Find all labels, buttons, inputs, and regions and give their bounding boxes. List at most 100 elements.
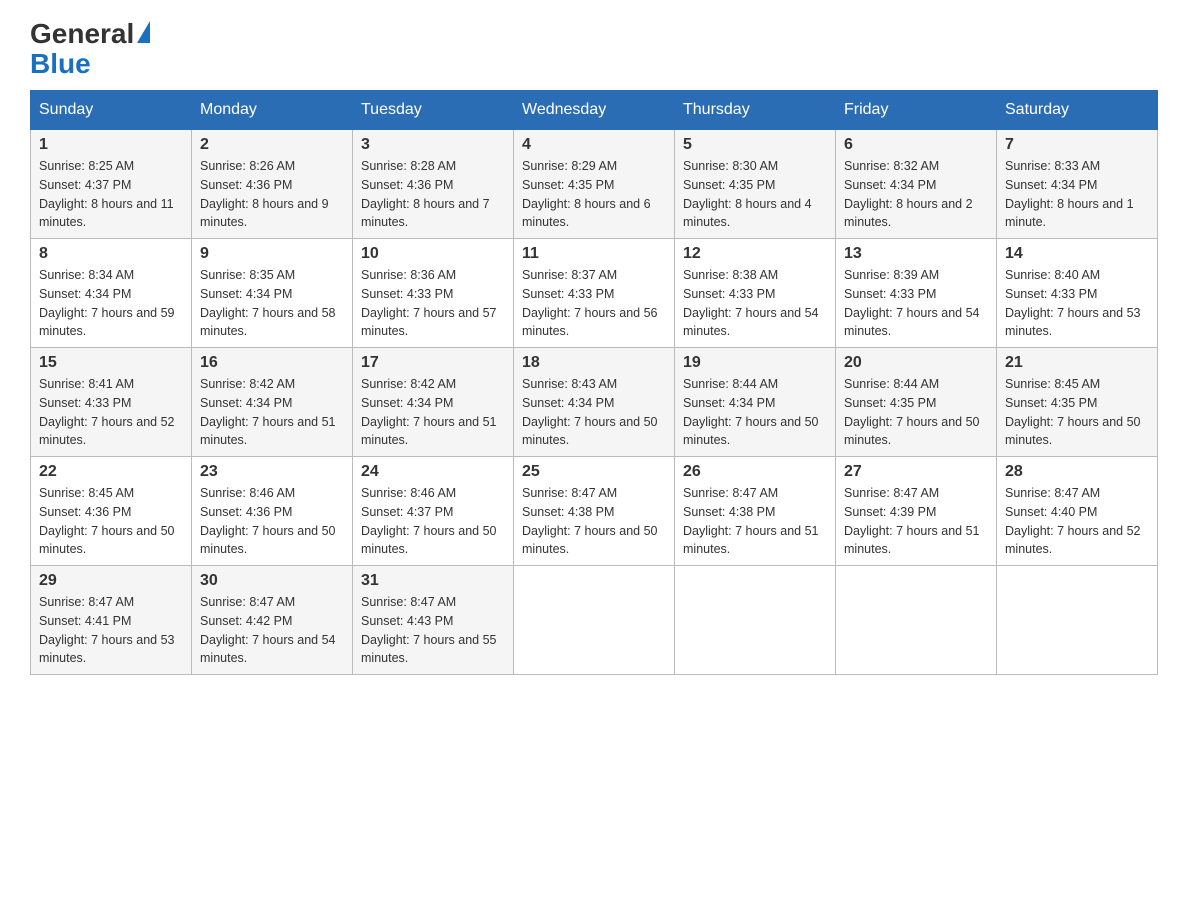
day-number: 3 — [361, 136, 505, 154]
day-number: 12 — [683, 245, 827, 263]
day-number: 4 — [522, 136, 666, 154]
day-number: 31 — [361, 572, 505, 590]
day-number: 21 — [1005, 354, 1149, 372]
weekday-header-wednesday: Wednesday — [514, 91, 675, 130]
day-info: Sunrise: 8:47 AMSunset: 4:41 PMDaylight:… — [39, 595, 175, 665]
calendar-week-row: 8 Sunrise: 8:34 AMSunset: 4:34 PMDayligh… — [31, 239, 1158, 348]
day-number: 7 — [1005, 136, 1149, 154]
day-number: 10 — [361, 245, 505, 263]
day-number: 18 — [522, 354, 666, 372]
day-number: 1 — [39, 136, 183, 154]
calendar-day-cell: 13 Sunrise: 8:39 AMSunset: 4:33 PMDaylig… — [836, 239, 997, 348]
day-info: Sunrise: 8:34 AMSunset: 4:34 PMDaylight:… — [39, 268, 175, 338]
day-number: 23 — [200, 463, 344, 481]
day-info: Sunrise: 8:35 AMSunset: 4:34 PMDaylight:… — [200, 268, 336, 338]
day-number: 19 — [683, 354, 827, 372]
day-info: Sunrise: 8:47 AMSunset: 4:40 PMDaylight:… — [1005, 486, 1141, 556]
weekday-header-saturday: Saturday — [997, 91, 1158, 130]
calendar-day-cell: 7 Sunrise: 8:33 AMSunset: 4:34 PMDayligh… — [997, 130, 1158, 239]
day-number: 20 — [844, 354, 988, 372]
calendar-day-cell: 15 Sunrise: 8:41 AMSunset: 4:33 PMDaylig… — [31, 348, 192, 457]
calendar-week-row: 1 Sunrise: 8:25 AMSunset: 4:37 PMDayligh… — [31, 130, 1158, 239]
logo-text-blue: Blue — [30, 48, 91, 80]
calendar-week-row: 29 Sunrise: 8:47 AMSunset: 4:41 PMDaylig… — [31, 566, 1158, 675]
calendar-day-cell: 4 Sunrise: 8:29 AMSunset: 4:35 PMDayligh… — [514, 130, 675, 239]
calendar-day-cell: 24 Sunrise: 8:46 AMSunset: 4:37 PMDaylig… — [353, 457, 514, 566]
day-info: Sunrise: 8:46 AMSunset: 4:36 PMDaylight:… — [200, 486, 336, 556]
day-number: 14 — [1005, 245, 1149, 263]
day-info: Sunrise: 8:44 AMSunset: 4:35 PMDaylight:… — [844, 377, 980, 447]
calendar-day-cell: 23 Sunrise: 8:46 AMSunset: 4:36 PMDaylig… — [192, 457, 353, 566]
day-number: 5 — [683, 136, 827, 154]
weekday-header-friday: Friday — [836, 91, 997, 130]
logo-text-general: General — [30, 20, 134, 48]
calendar-day-cell: 21 Sunrise: 8:45 AMSunset: 4:35 PMDaylig… — [997, 348, 1158, 457]
day-info: Sunrise: 8:47 AMSunset: 4:38 PMDaylight:… — [683, 486, 819, 556]
calendar-table: SundayMondayTuesdayWednesdayThursdayFrid… — [30, 90, 1158, 675]
weekday-header-thursday: Thursday — [675, 91, 836, 130]
day-info: Sunrise: 8:47 AMSunset: 4:43 PMDaylight:… — [361, 595, 497, 665]
day-number: 26 — [683, 463, 827, 481]
day-number: 27 — [844, 463, 988, 481]
calendar-day-cell: 19 Sunrise: 8:44 AMSunset: 4:34 PMDaylig… — [675, 348, 836, 457]
weekday-header-sunday: Sunday — [31, 91, 192, 130]
calendar-day-cell: 30 Sunrise: 8:47 AMSunset: 4:42 PMDaylig… — [192, 566, 353, 675]
calendar-day-cell: 29 Sunrise: 8:47 AMSunset: 4:41 PMDaylig… — [31, 566, 192, 675]
day-number: 8 — [39, 245, 183, 263]
calendar-day-cell: 8 Sunrise: 8:34 AMSunset: 4:34 PMDayligh… — [31, 239, 192, 348]
day-number: 13 — [844, 245, 988, 263]
day-number: 17 — [361, 354, 505, 372]
calendar-day-cell: 27 Sunrise: 8:47 AMSunset: 4:39 PMDaylig… — [836, 457, 997, 566]
calendar-day-cell — [836, 566, 997, 675]
day-info: Sunrise: 8:45 AMSunset: 4:36 PMDaylight:… — [39, 486, 175, 556]
day-info: Sunrise: 8:30 AMSunset: 4:35 PMDaylight:… — [683, 159, 812, 229]
weekday-header-row: SundayMondayTuesdayWednesdayThursdayFrid… — [31, 91, 1158, 130]
calendar-day-cell: 31 Sunrise: 8:47 AMSunset: 4:43 PMDaylig… — [353, 566, 514, 675]
day-number: 30 — [200, 572, 344, 590]
day-number: 6 — [844, 136, 988, 154]
calendar-day-cell: 28 Sunrise: 8:47 AMSunset: 4:40 PMDaylig… — [997, 457, 1158, 566]
day-number: 25 — [522, 463, 666, 481]
logo: General Blue — [30, 20, 150, 80]
day-info: Sunrise: 8:46 AMSunset: 4:37 PMDaylight:… — [361, 486, 497, 556]
weekday-header-monday: Monday — [192, 91, 353, 130]
day-info: Sunrise: 8:47 AMSunset: 4:38 PMDaylight:… — [522, 486, 658, 556]
day-info: Sunrise: 8:40 AMSunset: 4:33 PMDaylight:… — [1005, 268, 1141, 338]
calendar-day-cell: 25 Sunrise: 8:47 AMSunset: 4:38 PMDaylig… — [514, 457, 675, 566]
day-info: Sunrise: 8:29 AMSunset: 4:35 PMDaylight:… — [522, 159, 651, 229]
calendar-day-cell: 14 Sunrise: 8:40 AMSunset: 4:33 PMDaylig… — [997, 239, 1158, 348]
calendar-day-cell: 17 Sunrise: 8:42 AMSunset: 4:34 PMDaylig… — [353, 348, 514, 457]
day-number: 11 — [522, 245, 666, 263]
day-info: Sunrise: 8:37 AMSunset: 4:33 PMDaylight:… — [522, 268, 658, 338]
calendar-day-cell — [514, 566, 675, 675]
calendar-day-cell: 9 Sunrise: 8:35 AMSunset: 4:34 PMDayligh… — [192, 239, 353, 348]
day-info: Sunrise: 8:42 AMSunset: 4:34 PMDaylight:… — [361, 377, 497, 447]
calendar-day-cell: 2 Sunrise: 8:26 AMSunset: 4:36 PMDayligh… — [192, 130, 353, 239]
day-info: Sunrise: 8:42 AMSunset: 4:34 PMDaylight:… — [200, 377, 336, 447]
calendar-day-cell: 10 Sunrise: 8:36 AMSunset: 4:33 PMDaylig… — [353, 239, 514, 348]
calendar-day-cell: 22 Sunrise: 8:45 AMSunset: 4:36 PMDaylig… — [31, 457, 192, 566]
calendar-day-cell: 20 Sunrise: 8:44 AMSunset: 4:35 PMDaylig… — [836, 348, 997, 457]
day-info: Sunrise: 8:28 AMSunset: 4:36 PMDaylight:… — [361, 159, 490, 229]
day-info: Sunrise: 8:26 AMSunset: 4:36 PMDaylight:… — [200, 159, 329, 229]
calendar-day-cell: 11 Sunrise: 8:37 AMSunset: 4:33 PMDaylig… — [514, 239, 675, 348]
calendar-day-cell: 26 Sunrise: 8:47 AMSunset: 4:38 PMDaylig… — [675, 457, 836, 566]
day-info: Sunrise: 8:33 AMSunset: 4:34 PMDaylight:… — [1005, 159, 1134, 229]
day-number: 22 — [39, 463, 183, 481]
day-info: Sunrise: 8:36 AMSunset: 4:33 PMDaylight:… — [361, 268, 497, 338]
day-info: Sunrise: 8:38 AMSunset: 4:33 PMDaylight:… — [683, 268, 819, 338]
calendar-day-cell: 12 Sunrise: 8:38 AMSunset: 4:33 PMDaylig… — [675, 239, 836, 348]
calendar-day-cell: 3 Sunrise: 8:28 AMSunset: 4:36 PMDayligh… — [353, 130, 514, 239]
day-info: Sunrise: 8:25 AMSunset: 4:37 PMDaylight:… — [39, 159, 174, 229]
calendar-day-cell: 18 Sunrise: 8:43 AMSunset: 4:34 PMDaylig… — [514, 348, 675, 457]
day-number: 28 — [1005, 463, 1149, 481]
day-info: Sunrise: 8:47 AMSunset: 4:42 PMDaylight:… — [200, 595, 336, 665]
day-number: 15 — [39, 354, 183, 372]
calendar-day-cell: 16 Sunrise: 8:42 AMSunset: 4:34 PMDaylig… — [192, 348, 353, 457]
day-number: 9 — [200, 245, 344, 263]
day-info: Sunrise: 8:41 AMSunset: 4:33 PMDaylight:… — [39, 377, 175, 447]
weekday-header-tuesday: Tuesday — [353, 91, 514, 130]
day-number: 2 — [200, 136, 344, 154]
day-info: Sunrise: 8:32 AMSunset: 4:34 PMDaylight:… — [844, 159, 973, 229]
calendar-day-cell: 1 Sunrise: 8:25 AMSunset: 4:37 PMDayligh… — [31, 130, 192, 239]
